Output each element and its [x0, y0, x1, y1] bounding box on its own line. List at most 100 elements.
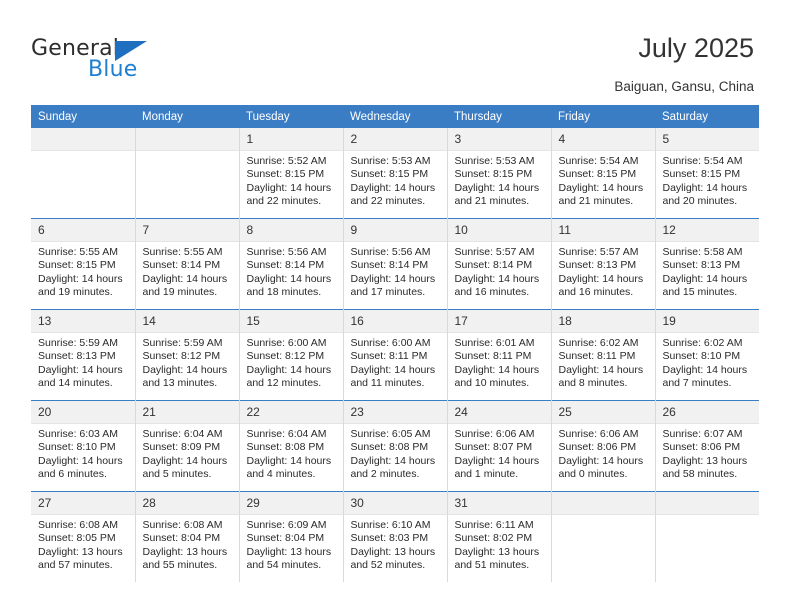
calendar-day-cell[interactable]: 9 Sunrise: 5:56 AM Sunset: 8:14 PM Dayli… [342, 218, 447, 310]
sunrise-text: Sunrise: 5:59 AM [38, 337, 118, 349]
calendar-day-cell[interactable]: 19 Sunrise: 6:02 AM Sunset: 8:10 PM Dayl… [654, 309, 759, 401]
calendar-day-cell[interactable]: 31 Sunrise: 6:11 AM Sunset: 8:02 PM Dayl… [446, 491, 551, 582]
sunset-text: Sunset: 8:12 PM [246, 350, 325, 363]
calendar-page: General Blue July 2025 Baiguan, Gansu, C… [0, 0, 792, 612]
daylight-text: Daylight: 14 hours and 19 minutes. [38, 272, 123, 299]
sunrise-text: Sunrise: 6:02 AM [558, 337, 639, 349]
calendar-day-cell[interactable]: 8 Sunrise: 5:56 AM Sunset: 8:14 PM Dayli… [238, 218, 343, 310]
day-info: Sunrise: 6:04 AM Sunset: 8:08 PM Dayligh… [240, 424, 343, 482]
weekday-header-monday: Monday [135, 105, 239, 128]
calendar-day-cell[interactable]: 18 Sunrise: 6:02 AM Sunset: 8:11 PM Dayl… [550, 309, 655, 401]
calendar-day-cell[interactable]: 7 Sunrise: 5:55 AM Sunset: 8:14 PM Dayli… [134, 218, 239, 310]
day-number: 5 [655, 128, 759, 151]
calendar-day-cell[interactable]: 30 Sunrise: 6:10 AM Sunset: 8:03 PM Dayl… [342, 491, 447, 582]
sunrise-text: Sunrise: 6:00 AM [350, 337, 431, 349]
day-number: 11 [551, 219, 655, 242]
daylight-text: Daylight: 14 hours and 22 minutes. [350, 181, 436, 208]
calendar-day-cell[interactable]: 16 Sunrise: 6:00 AM Sunset: 8:11 PM Dayl… [342, 309, 447, 401]
page-subtitle-location: Baiguan, Gansu, China [614, 79, 754, 94]
sunset-text: Sunset: 8:15 PM [558, 168, 637, 181]
daylight-text: Daylight: 14 hours and 5 minutes. [142, 454, 228, 481]
sunrise-text: Sunrise: 6:08 AM [38, 519, 118, 531]
day-number: 23 [343, 401, 447, 424]
day-number: 15 [239, 310, 343, 333]
weekday-header-thursday: Thursday [447, 105, 551, 128]
sunset-text: Sunset: 8:10 PM [38, 441, 116, 454]
calendar-day-cell[interactable]: 17 Sunrise: 6:01 AM Sunset: 8:11 PM Dayl… [446, 309, 551, 401]
sunrise-text: Sunrise: 6:06 AM [558, 428, 639, 440]
sunset-text: Sunset: 8:13 PM [558, 259, 637, 272]
calendar-weekday-header-row: Sunday Monday Tuesday Wednesday Thursday… [31, 105, 759, 128]
day-info: Sunrise: 6:07 AM Sunset: 8:06 PM Dayligh… [656, 424, 760, 482]
calendar-day-cell[interactable]: 11 Sunrise: 5:57 AM Sunset: 8:13 PM Dayl… [550, 218, 655, 310]
calendar-day-cell [134, 128, 239, 219]
calendar-header-row-group: Sunday Monday Tuesday Wednesday Thursday… [31, 105, 759, 128]
daylight-text: Daylight: 14 hours and 16 minutes. [454, 272, 540, 299]
daylight-text: Daylight: 14 hours and 6 minutes. [38, 454, 123, 481]
weekday-header-tuesday: Tuesday [239, 105, 343, 128]
calendar-day-cell[interactable]: 22 Sunrise: 6:04 AM Sunset: 8:08 PM Dayl… [238, 400, 343, 492]
calendar-day-cell[interactable]: 14 Sunrise: 5:59 AM Sunset: 8:12 PM Dayl… [134, 309, 239, 401]
sunrise-text: Sunrise: 5:55 AM [38, 246, 118, 258]
sunrise-text: Sunrise: 6:10 AM [350, 519, 431, 531]
sunrise-text: Sunrise: 5:56 AM [350, 246, 431, 258]
calendar-day-cell[interactable]: 24 Sunrise: 6:06 AM Sunset: 8:07 PM Dayl… [446, 400, 551, 492]
calendar-day-cell[interactable]: 23 Sunrise: 6:05 AM Sunset: 8:08 PM Dayl… [342, 400, 447, 492]
daylight-text: Daylight: 14 hours and 10 minutes. [454, 363, 540, 390]
calendar-day-cell[interactable]: 25 Sunrise: 6:06 AM Sunset: 8:06 PM Dayl… [550, 400, 655, 492]
calendar-day-cell[interactable]: 3 Sunrise: 5:53 AM Sunset: 8:15 PM Dayli… [446, 128, 551, 219]
weekday-header-saturday: Saturday [655, 105, 759, 128]
calendar-day-cell[interactable]: 12 Sunrise: 5:58 AM Sunset: 8:13 PM Dayl… [654, 218, 759, 310]
calendar-day-cell[interactable]: 2 Sunrise: 5:53 AM Sunset: 8:15 PM Dayli… [342, 128, 447, 219]
calendar-day-cell[interactable]: 6 Sunrise: 5:55 AM Sunset: 8:15 PM Dayli… [31, 218, 135, 310]
calendar-day-cell[interactable]: 13 Sunrise: 5:59 AM Sunset: 8:13 PM Dayl… [31, 309, 135, 401]
calendar-day-cell[interactable]: 29 Sunrise: 6:09 AM Sunset: 8:04 PM Dayl… [238, 491, 343, 582]
day-info: Sunrise: 5:55 AM Sunset: 8:14 PM Dayligh… [136, 242, 239, 300]
day-number: 10 [447, 219, 551, 242]
sunset-text: Sunset: 8:15 PM [246, 168, 325, 181]
sunrise-text: Sunrise: 5:59 AM [142, 337, 223, 349]
sunrise-text: Sunrise: 5:53 AM [454, 155, 535, 167]
calendar-day-cell[interactable]: 27 Sunrise: 6:08 AM Sunset: 8:05 PM Dayl… [31, 491, 135, 582]
sunrise-text: Sunrise: 6:11 AM [454, 519, 534, 531]
sunset-text: Sunset: 8:15 PM [350, 168, 429, 181]
day-number: 16 [343, 310, 447, 333]
daylight-text: Daylight: 14 hours and 4 minutes. [246, 454, 332, 481]
calendar-day-cell[interactable]: 4 Sunrise: 5:54 AM Sunset: 8:15 PM Dayli… [550, 128, 655, 219]
calendar-day-cell[interactable]: 21 Sunrise: 6:04 AM Sunset: 8:09 PM Dayl… [134, 400, 239, 492]
daylight-text: Daylight: 14 hours and 0 minutes. [558, 454, 644, 481]
calendar-day-cell[interactable]: 20 Sunrise: 6:03 AM Sunset: 8:10 PM Dayl… [31, 400, 135, 492]
sunset-text: Sunset: 8:04 PM [142, 532, 221, 545]
day-info: Sunrise: 6:00 AM Sunset: 8:12 PM Dayligh… [240, 333, 343, 391]
calendar-week-row: 20 Sunrise: 6:03 AM Sunset: 8:10 PM Dayl… [31, 400, 760, 492]
sunset-text: Sunset: 8:14 PM [454, 259, 533, 272]
calendar-body: 1 Sunrise: 5:52 AM Sunset: 8:15 PM Dayli… [31, 128, 759, 582]
daylight-text: Daylight: 13 hours and 54 minutes. [246, 545, 332, 572]
daylight-text: Daylight: 13 hours and 57 minutes. [38, 545, 123, 572]
calendar-day-cell[interactable]: 26 Sunrise: 6:07 AM Sunset: 8:06 PM Dayl… [654, 400, 760, 492]
calendar-day-cell [654, 491, 759, 582]
calendar-day-cell[interactable]: 5 Sunrise: 5:54 AM Sunset: 8:15 PM Dayli… [654, 128, 759, 219]
daylight-text: Daylight: 14 hours and 13 minutes. [142, 363, 228, 390]
day-info: Sunrise: 5:53 AM Sunset: 8:15 PM Dayligh… [448, 151, 551, 209]
calendar-day-cell [550, 491, 655, 582]
day-number: 25 [551, 401, 655, 424]
daylight-text: Daylight: 14 hours and 19 minutes. [142, 272, 228, 299]
sunset-text: Sunset: 8:02 PM [454, 532, 533, 545]
general-blue-logo[interactable]: General Blue [31, 36, 171, 84]
daylight-text: Daylight: 14 hours and 12 minutes. [246, 363, 332, 390]
page-title: July 2025 [638, 33, 754, 63]
calendar-day-cell[interactable]: 1 Sunrise: 5:52 AM Sunset: 8:15 PM Dayli… [238, 128, 343, 219]
sunset-text: Sunset: 8:06 PM [558, 441, 637, 454]
sunset-text: Sunset: 8:14 PM [246, 259, 325, 272]
day-number: 7 [135, 219, 239, 242]
sunset-text: Sunset: 8:14 PM [142, 259, 221, 272]
calendar-day-cell[interactable]: 15 Sunrise: 6:00 AM Sunset: 8:12 PM Dayl… [238, 309, 343, 401]
page-header: General Blue July 2025 Baiguan, Gansu, C… [0, 0, 792, 104]
calendar-day-cell[interactable]: 10 Sunrise: 5:57 AM Sunset: 8:14 PM Dayl… [446, 218, 551, 310]
day-info: Sunrise: 6:11 AM Sunset: 8:02 PM Dayligh… [448, 515, 551, 573]
calendar-day-cell[interactable]: 28 Sunrise: 6:08 AM Sunset: 8:04 PM Dayl… [134, 491, 239, 582]
day-number: 21 [135, 401, 239, 424]
day-info: Sunrise: 6:01 AM Sunset: 8:11 PM Dayligh… [448, 333, 551, 391]
day-number: 6 [31, 219, 135, 242]
